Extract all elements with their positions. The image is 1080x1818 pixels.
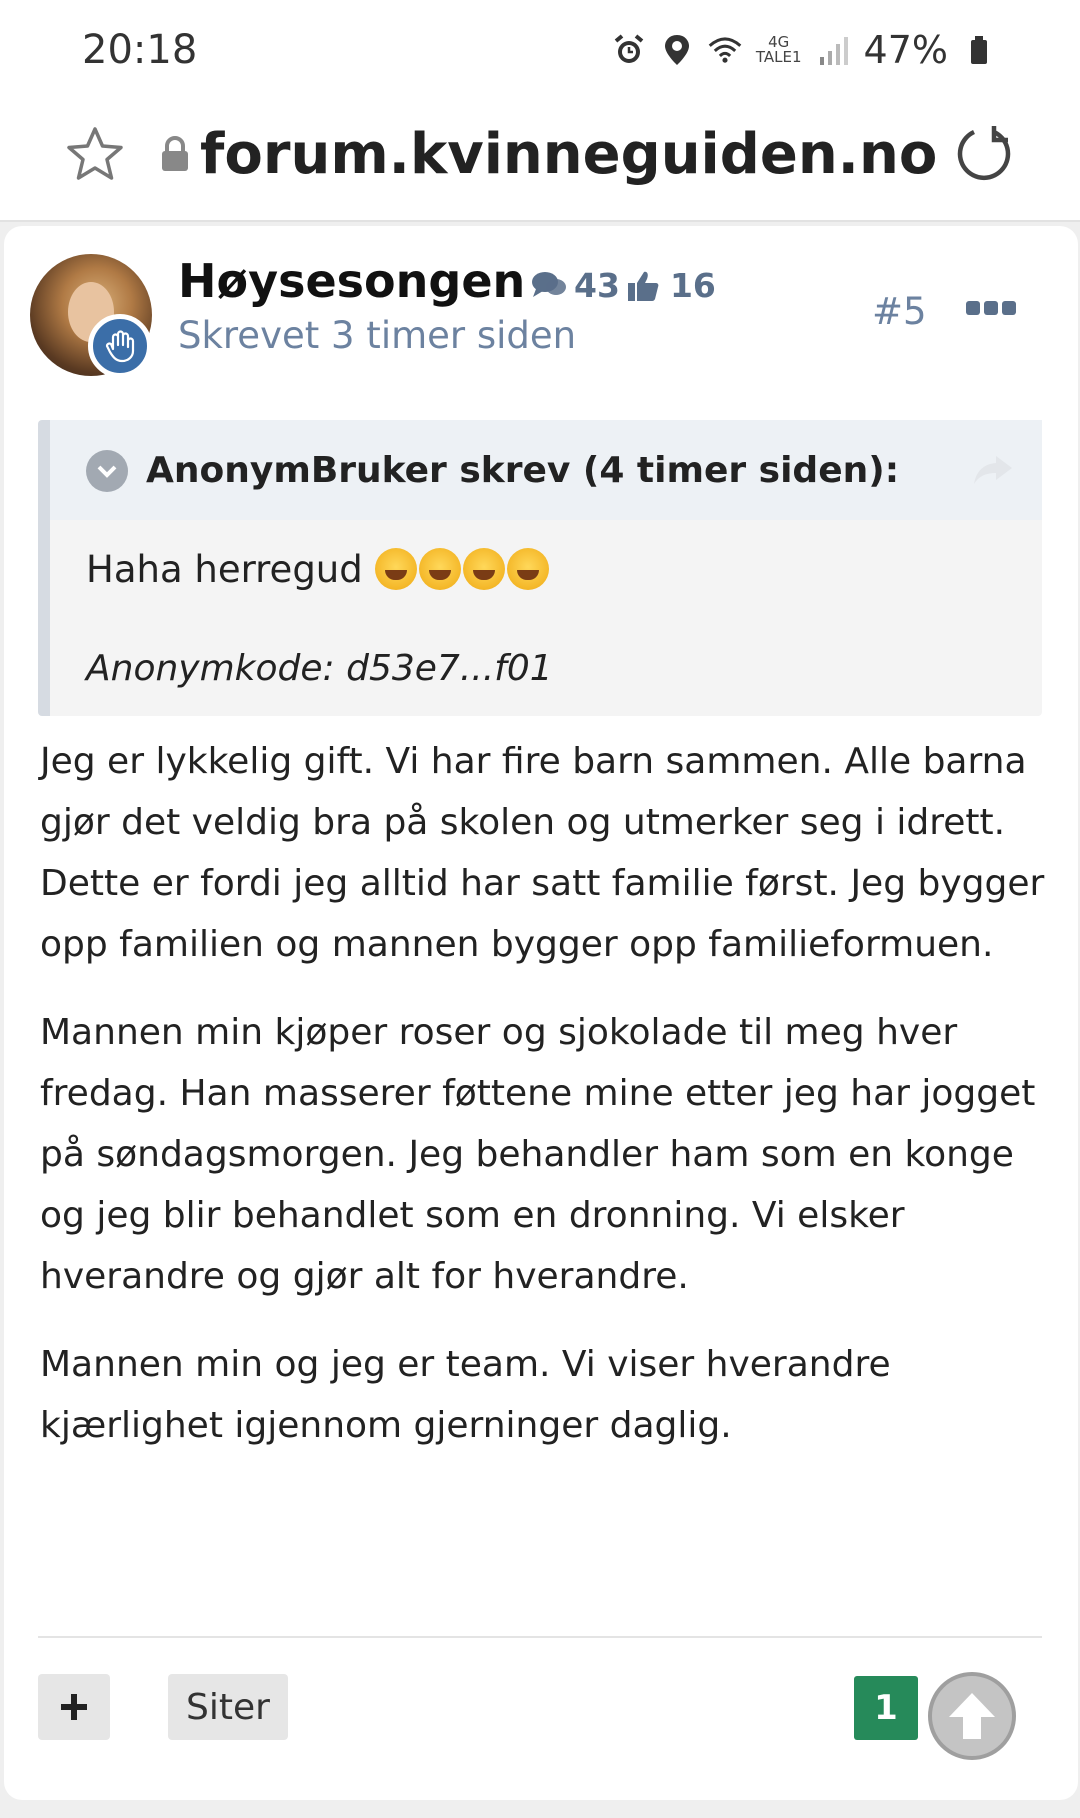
battery-percentage: 47%: [863, 28, 948, 72]
wifi-icon: [708, 33, 742, 67]
chevron-down-icon[interactable]: [86, 450, 128, 492]
status-time: 20:18: [82, 27, 198, 73]
more-options-button[interactable]: [966, 294, 1016, 322]
laughing-emoji-icon: [374, 548, 551, 591]
battery-icon: [962, 33, 996, 67]
comment-count: 43: [574, 266, 620, 305]
anonymous-code: Anonymkode: d53e7...f01: [86, 648, 553, 689]
alarm-icon: [612, 33, 646, 67]
post-paragraph: Mannen min og jeg er team. Vi viser hver…: [40, 1344, 891, 1446]
divider: [38, 1636, 1042, 1638]
quote-text-content: Haha herregud: [86, 548, 363, 591]
star-icon[interactable]: [64, 124, 126, 186]
hand-icon: [105, 330, 135, 363]
member-badge: [88, 314, 152, 378]
quote-text: Haha herregud: [86, 548, 551, 591]
quote-block: AnonymBruker skrev (4 timer siden): Haha…: [38, 420, 1042, 716]
quote-author: AnonymBruker skrev (4 timer siden):: [146, 450, 900, 491]
author-stats: 43 16: [530, 266, 716, 305]
post-number[interactable]: #5: [872, 290, 927, 333]
like-count: 1: [854, 1676, 918, 1740]
url-text[interactable]: forum.kvinneguiden.no: [200, 122, 937, 187]
network-type: 4G TALE1: [755, 33, 802, 66]
dot: [1002, 301, 1016, 315]
arrow-up-icon: [949, 1693, 995, 1739]
post-paragraph: Jeg er lykkelig gift. Vi har fire barn s…: [40, 741, 1045, 965]
thumbs-up-icon: [626, 269, 664, 303]
comments-icon: [530, 269, 568, 303]
status-icons: 4G TALE1 47%: [612, 28, 996, 72]
post-card: Høysesongen 43 16 Skrevet 3 timer siden …: [4, 226, 1078, 1800]
post-body: Jeg er lykkelig gift. Vi har fire barn s…: [40, 704, 1060, 1456]
reputation-count: 16: [669, 266, 716, 305]
dot: [966, 301, 980, 315]
browser-address-bar: forum.kvinneguiden.no: [0, 100, 1080, 222]
share-icon[interactable]: [972, 452, 1014, 488]
lock-icon[interactable]: [158, 134, 192, 174]
plus-icon: [61, 1694, 87, 1720]
like-button[interactable]: [928, 1672, 1016, 1760]
quote-header: AnonymBruker skrev (4 timer siden):: [50, 420, 1042, 520]
location-icon: [660, 33, 694, 67]
quote-button[interactable]: Siter: [168, 1674, 288, 1740]
author-name[interactable]: Høysesongen: [178, 254, 525, 308]
dot: [984, 301, 998, 315]
reload-icon[interactable]: [952, 122, 1016, 186]
status-bar: 20:18 4G TALE1 47%: [0, 0, 1080, 100]
post-timestamp[interactable]: Skrevet 3 timer siden: [178, 314, 576, 357]
post-paragraph: Mannen min kjøper roser og sjokolade til…: [40, 1012, 1036, 1297]
multiquote-button[interactable]: [38, 1674, 110, 1740]
signal-icon: [816, 33, 850, 67]
